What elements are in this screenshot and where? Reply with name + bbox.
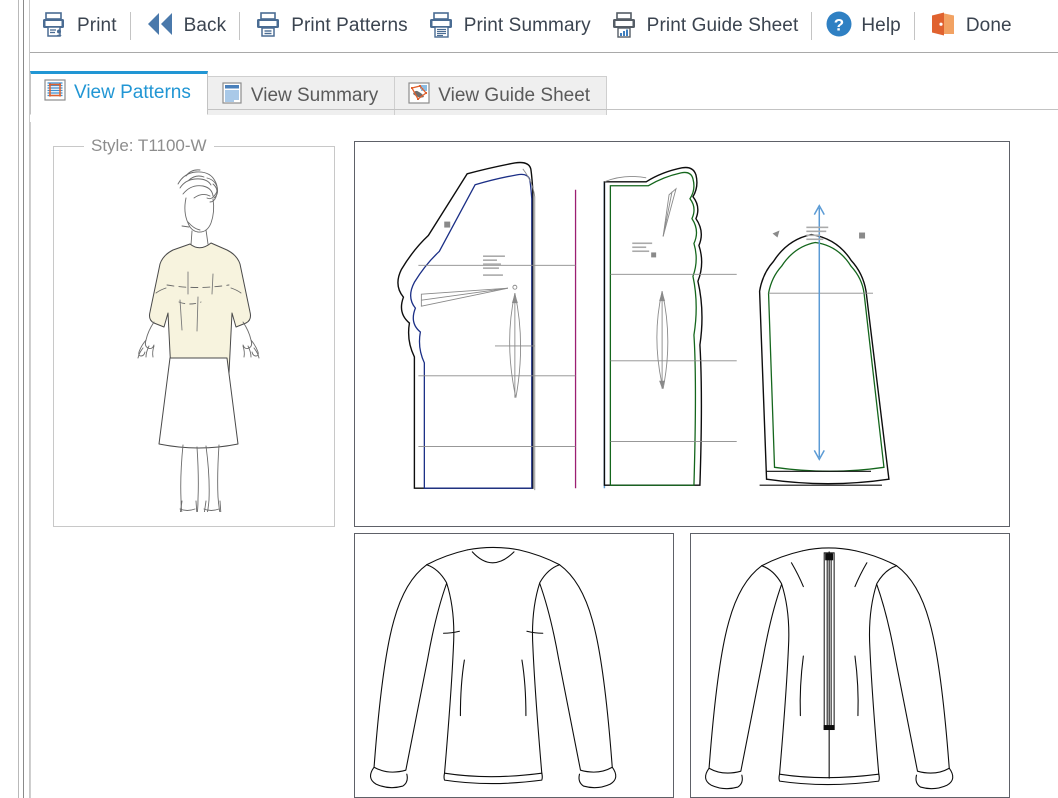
back-button-label: Back — [184, 15, 227, 37]
tab-view-summary-label: View Summary — [251, 85, 378, 107]
print-summary-button-label: Print Summary — [464, 15, 591, 37]
window-edge-line-middle — [23, 0, 24, 798]
view-tab-strip: View Patterns — [30, 53, 1058, 121]
tab-view-patterns-label: View Patterns — [74, 82, 191, 104]
print-patterns-button-label: Print Patterns — [291, 15, 408, 37]
print-guide-sheet-button[interactable]: Print Guide Sheet — [600, 4, 808, 48]
print-patterns-button[interactable]: Print Patterns — [244, 4, 417, 48]
printer-pattern-icon — [253, 9, 283, 44]
done-button-label: Done — [966, 15, 1012, 37]
question-circle-icon: ? — [825, 10, 853, 43]
printer-person-icon — [39, 9, 69, 44]
tab-view-patterns[interactable]: View Patterns — [30, 71, 208, 115]
toolbar-separator — [239, 12, 240, 40]
help-button[interactable]: ? Help — [816, 4, 909, 48]
pattern-page-icon — [44, 79, 66, 107]
back-button[interactable]: Back — [135, 4, 236, 48]
svg-text:?: ? — [834, 15, 844, 34]
style-fieldset: Style: T1100-W — [53, 146, 335, 527]
toolbar-separator — [130, 12, 131, 40]
print-guide-sheet-button-label: Print Guide Sheet — [647, 15, 799, 37]
front-technical-flat-panel[interactable] — [354, 533, 674, 798]
view-patterns-content: Style: T1100-W — [30, 122, 1058, 798]
print-button[interactable]: Print — [30, 4, 126, 48]
done-button[interactable]: Done — [919, 4, 1021, 48]
toolbar-separator — [914, 12, 915, 40]
tab-view-guide-sheet-label: View Guide Sheet — [438, 85, 590, 107]
guide-sheet-icon — [408, 82, 430, 110]
printer-guide-icon — [609, 9, 639, 44]
croquis-figure — [54, 147, 334, 526]
print-summary-button[interactable]: Print Summary — [417, 4, 600, 48]
summary-page-icon — [221, 82, 243, 110]
printer-summary-icon — [426, 9, 456, 44]
help-button-label: Help — [861, 15, 900, 37]
window-edge-line-outer — [18, 0, 19, 798]
double-chevron-left-icon — [144, 10, 176, 43]
application-window: Print Back — [0, 0, 1058, 798]
back-technical-flat-panel[interactable] — [690, 533, 1010, 798]
print-button-label: Print — [77, 15, 117, 37]
toolbar-separator — [811, 12, 812, 40]
exit-door-icon — [928, 9, 958, 44]
pattern-pieces-panel[interactable] — [354, 141, 1010, 527]
main-toolbar: Print Back — [30, 0, 1058, 53]
